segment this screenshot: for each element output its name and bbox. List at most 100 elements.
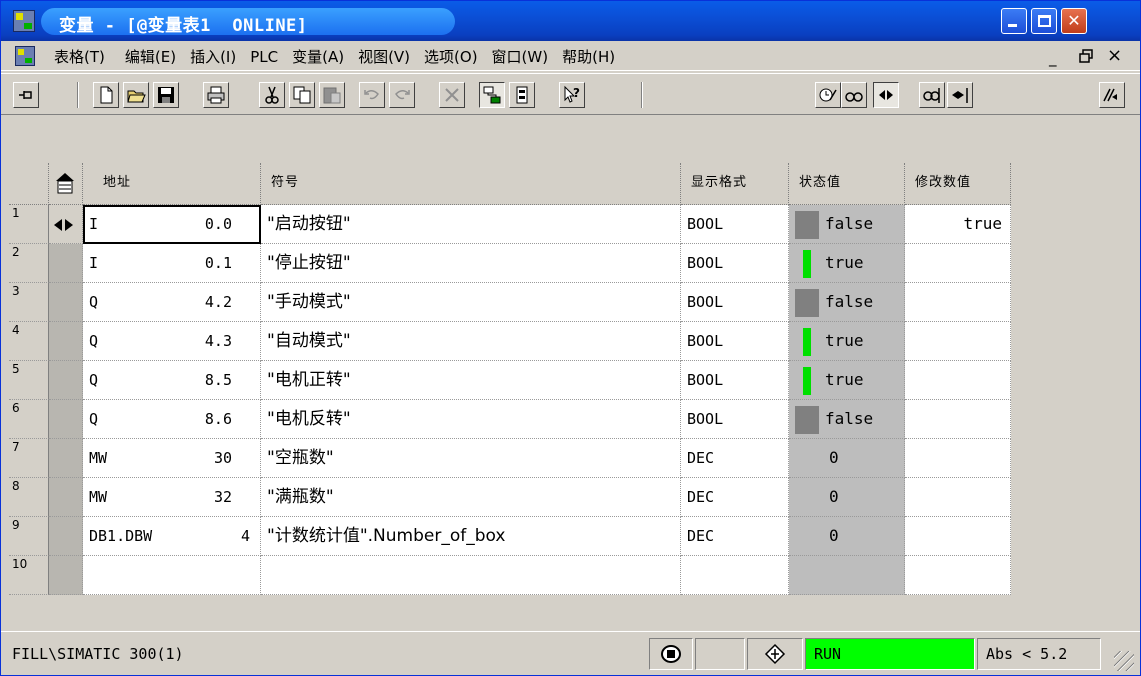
maximize-button[interactable] [1031,8,1057,34]
address-cell[interactable]: I 0.1 [83,244,261,283]
header-gutter[interactable] [49,163,83,205]
symbol-cell[interactable]: "自动模式" [261,322,681,361]
address-cell[interactable] [83,556,261,595]
address-cell[interactable]: Q 4.2 [83,283,261,322]
modify-value-cell[interactable] [905,244,1011,283]
menu-item[interactable]: PLC [243,47,285,67]
menu-item[interactable]: 表格(T) [47,47,112,67]
address-offset: 0.0 [204,215,232,233]
monitor-trigger-button[interactable] [815,82,841,108]
row-number[interactable]: 8 [9,478,49,517]
address-cell[interactable]: Q 4.3 [83,322,261,361]
address-cell[interactable]: DB1.DBW 4 [83,517,261,556]
copy-button[interactable] [289,82,315,108]
symbol-cell[interactable]: "启动按钮" [261,205,681,244]
display-format-cell[interactable]: DEC [681,517,789,556]
symbol-cell[interactable]: "电机反转" [261,400,681,439]
row-number[interactable]: 4 [9,322,49,361]
modify-value-cell[interactable] [905,283,1011,322]
display-format-cell[interactable]: BOOL [681,283,789,322]
modify-once-button[interactable] [947,82,973,108]
undo-button[interactable] [359,82,385,108]
modify-value-cell[interactable] [905,556,1011,595]
mdi-close-button[interactable]: × [1107,45,1122,66]
help-button[interactable]: ? [559,82,585,108]
modify-value-cell[interactable] [905,478,1011,517]
modify-button[interactable] [873,82,899,108]
document-icon[interactable] [15,46,35,66]
menu-item[interactable]: 视图(V) [351,47,417,67]
row-number[interactable]: 2 [9,244,49,283]
close-button[interactable]: ✕ [1061,8,1087,34]
menu-item[interactable]: 编辑(E) [118,47,183,67]
address-header[interactable]: 地址 [83,163,261,205]
mdi-minimize-button[interactable]: _ [1049,49,1057,67]
redo-button[interactable] [389,82,415,108]
resize-grip[interactable] [1114,651,1134,671]
plc-icon [516,86,528,104]
symbol-cell[interactable]: "计数统计值".Number_of_box [261,517,681,556]
menu-item[interactable]: 窗口(W) [485,47,556,67]
monitor-button[interactable] [841,82,867,108]
address-cell[interactable]: MW 30 [83,439,261,478]
address-cell[interactable]: I 0.0 [83,205,261,244]
open-button[interactable] [123,82,149,108]
paste-button[interactable] [319,82,345,108]
symbol-cell[interactable]: "电机正转" [261,361,681,400]
status-value-header[interactable]: 状态值 [789,163,905,205]
display-format-header[interactable]: 显示格式 [681,163,789,205]
modify-value-cell[interactable]: true [905,205,1011,244]
row-number[interactable]: 5 [9,361,49,400]
force-button[interactable] [1099,82,1125,108]
header-corner[interactable] [9,163,49,205]
menu-item[interactable]: 选项(O) [417,47,485,67]
address-area: Q [89,332,99,350]
symbol-cell[interactable]: "空瓶数" [261,439,681,478]
display-format-cell[interactable]: BOOL [681,400,789,439]
address-cell[interactable]: MW 32 [83,478,261,517]
display-format-cell[interactable]: DEC [681,478,789,517]
symbol-cell[interactable] [261,556,681,595]
row-number[interactable]: 9 [9,517,49,556]
symbol-header[interactable]: 符号 [261,163,681,205]
minimize-button[interactable] [1001,8,1027,34]
status-value-cell: true [789,244,905,283]
symbol-cell[interactable]: "手动模式" [261,283,681,322]
display-format-cell[interactable]: BOOL [681,322,789,361]
symbol-cell[interactable]: "停止按钮" [261,244,681,283]
title-bar[interactable]: 变量 - [@变量表1 ONLINE] ✕ [1,1,1140,41]
display-format-cell[interactable] [681,556,789,595]
row-number[interactable]: 1 [9,205,49,244]
app-icon[interactable] [13,10,35,32]
monitor-once-button[interactable] [919,82,945,108]
new-button[interactable] [93,82,119,108]
delete-button[interactable] [439,82,465,108]
row-number[interactable]: 6 [9,400,49,439]
save-button[interactable] [153,82,179,108]
row-number[interactable]: 10 [9,556,49,595]
modify-value-cell[interactable] [905,400,1011,439]
modify-value-header[interactable]: 修改数值 [905,163,1011,205]
display-format-cell[interactable]: BOOL [681,361,789,400]
row-number[interactable]: 7 [9,439,49,478]
modify-value-cell[interactable] [905,322,1011,361]
display-format-cell[interactable]: BOOL [681,205,789,244]
symbol-cell[interactable]: "满瓶数" [261,478,681,517]
mdi-restore-button[interactable] [1079,49,1093,67]
print-button[interactable] [203,82,229,108]
modify-value-cell[interactable] [905,439,1011,478]
address-cell[interactable]: Q 8.6 [83,400,261,439]
row-number[interactable]: 3 [9,283,49,322]
address-cell[interactable]: Q 8.5 [83,361,261,400]
menu-item[interactable]: 变量(A) [285,47,351,67]
plc-button[interactable] [509,82,535,108]
menu-item[interactable]: 帮助(H) [555,47,622,67]
modify-value-cell[interactable] [905,361,1011,400]
display-format-cell[interactable]: DEC [681,439,789,478]
modify-value-cell[interactable] [905,517,1011,556]
cut-button[interactable] [259,82,285,108]
online-button[interactable] [479,82,505,108]
menu-item[interactable]: 插入(I) [183,47,243,67]
pin-button[interactable] [13,82,39,108]
display-format-cell[interactable]: BOOL [681,244,789,283]
